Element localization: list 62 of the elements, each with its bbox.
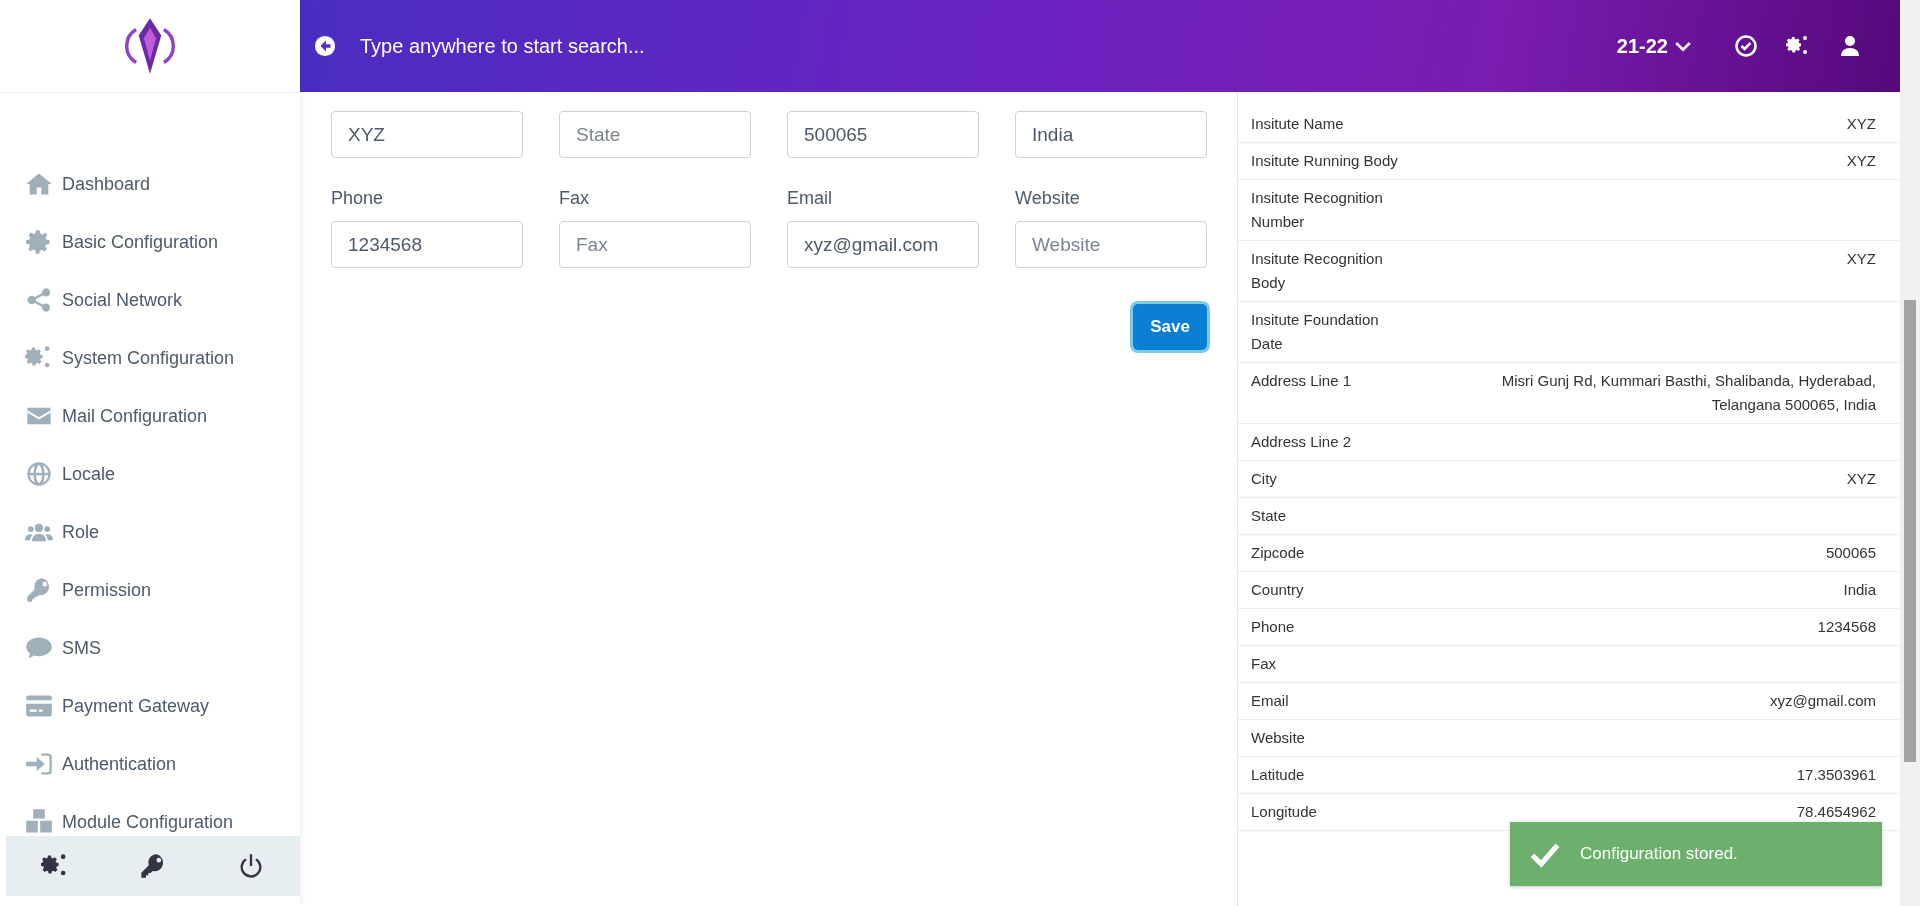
detail-label: Fax xyxy=(1251,654,1277,674)
sidebar-item[interactable]: Dashboard xyxy=(0,155,300,213)
detail-label: Longitude xyxy=(1251,802,1318,822)
sidebar-item[interactable]: Authentication xyxy=(0,735,300,793)
detail-value: XYZ xyxy=(1846,249,1876,269)
session-dropdown[interactable]: 21-22 xyxy=(1616,34,1692,58)
sidebar-item[interactable]: Permission xyxy=(0,561,300,619)
input-field[interactable]: Website xyxy=(1015,221,1207,268)
detail-value: 78.4654962 xyxy=(1796,802,1876,822)
save-button[interactable]: Save xyxy=(1133,304,1207,350)
detail-label: Email xyxy=(1251,691,1290,711)
detail-value: XYZ xyxy=(1846,469,1876,489)
sidebar-item[interactable]: Payment Gateway xyxy=(0,677,300,735)
check-circle-icon[interactable] xyxy=(1734,34,1758,58)
detail-label: Country xyxy=(1251,580,1305,600)
detail-label: Insitute Foundation Date xyxy=(1251,310,1380,354)
sidebar-item[interactable]: Locale xyxy=(0,445,300,503)
field-label: Website xyxy=(1015,188,1081,209)
detail-value: XYZ xyxy=(1846,114,1876,134)
detail-label: Zipcode xyxy=(1251,543,1306,563)
input-field[interactable]: India xyxy=(1015,111,1207,158)
detail-value: xyz@gmail.com xyxy=(1769,691,1876,711)
sidebar-item[interactable]: System Configuration xyxy=(0,329,300,387)
input-field[interactable]: Fax xyxy=(559,221,751,268)
detail-value: India xyxy=(1843,580,1876,600)
sidebar-item[interactable]: Basic Configuration xyxy=(0,213,300,271)
detail-value: Misri Gunj Rd, Kummari Basthi, Shalibanda, Hyderabad, Telangana 500065, India xyxy=(1500,371,1876,415)
input-field[interactable]: XYZ xyxy=(331,111,523,158)
globe-icon xyxy=(24,460,54,488)
detail-value: XYZ xyxy=(1846,151,1876,171)
detail-label: Address Line 2 xyxy=(1251,432,1353,452)
detail-value: 1234568 xyxy=(1817,617,1876,637)
user-icon[interactable] xyxy=(1838,34,1862,58)
field-label: Fax xyxy=(559,188,590,209)
detail-label: Website xyxy=(1251,728,1306,748)
detail-label: Latitude xyxy=(1251,765,1306,785)
field-label: Phone xyxy=(331,188,385,209)
detail-label: Insitute Recognition Body xyxy=(1251,249,1384,293)
detail-value: 500065 xyxy=(1825,543,1876,563)
sidebar-item[interactable]: SMS xyxy=(0,619,300,677)
detail-label: Insitute Running Body xyxy=(1251,151,1399,171)
sidebar-item[interactable]: Social Network xyxy=(0,271,300,329)
input-field[interactable]: 500065 xyxy=(787,111,979,158)
detail-label: Phone xyxy=(1251,617,1296,637)
detail-label: Insitute Name xyxy=(1251,114,1345,134)
detail-label: City xyxy=(1251,469,1278,489)
input-field[interactable]: 1234568 xyxy=(331,221,523,268)
sidebar-item[interactable]: Module Configuration xyxy=(0,793,300,836)
field-label: Email xyxy=(787,188,833,209)
detail-label: Address Line 1 xyxy=(1251,371,1353,391)
input-field[interactable]: State xyxy=(559,111,751,158)
toast-message: Configuration stored. xyxy=(1580,844,1738,864)
detail-label: State xyxy=(1251,506,1288,526)
input-field[interactable]: xyz@gmail.com xyxy=(787,221,979,268)
search-field[interactable]: Type anywhere to start search... xyxy=(358,33,1617,59)
scrollbar[interactable] xyxy=(1900,0,1920,906)
detail-label: Insitute Recognition Number xyxy=(1251,188,1384,232)
sidebar-item[interactable]: Role xyxy=(0,503,300,561)
boxes-icon xyxy=(24,808,54,836)
sidebar-item[interactable]: Mail Configuration xyxy=(0,387,300,445)
scrollbar-thumb[interactable] xyxy=(1904,300,1916,762)
detail-value: 17.3503961 xyxy=(1796,765,1876,785)
